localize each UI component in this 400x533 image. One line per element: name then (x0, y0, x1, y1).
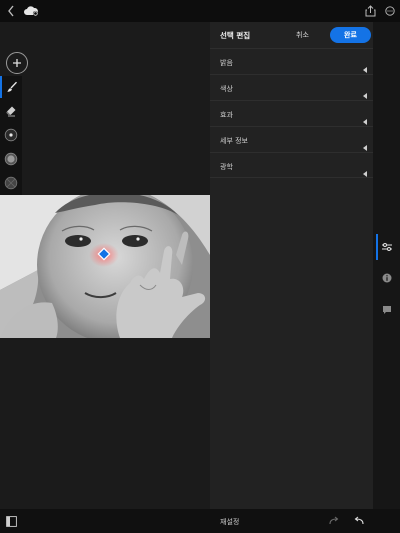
brush-icon (7, 81, 18, 92)
comment-icon[interactable] (373, 299, 400, 321)
section-effects[interactable]: 효과 (210, 100, 373, 126)
caret-left-icon (363, 162, 367, 181)
more-icon[interactable] (382, 2, 398, 20)
color-range-icon (4, 176, 18, 190)
cloud-sync-icon[interactable] (22, 3, 40, 19)
section-label: 세부 정보 (220, 137, 248, 145)
back-chevron-icon[interactable] (3, 2, 19, 20)
plus-icon (13, 59, 21, 67)
eraser-tool[interactable] (0, 100, 22, 122)
adjust-sliders-icon[interactable] (373, 236, 400, 258)
linear-gradient-icon (4, 152, 18, 166)
section-label: 색상 (220, 85, 233, 93)
mask-tool-strip (0, 76, 22, 196)
section-label: 광학 (220, 163, 233, 171)
section-label: 효과 (220, 111, 233, 119)
right-icon-bar (373, 22, 400, 509)
redo-icon[interactable] (326, 513, 342, 529)
radial-gradient-icon (4, 128, 18, 142)
panel-header: 선택 편집 취소 완료 (210, 22, 373, 48)
section-color[interactable]: 색상 (210, 74, 373, 100)
linear-gradient-tool[interactable] (0, 148, 22, 170)
info-icon[interactable] (373, 267, 400, 289)
add-mask-button[interactable] (6, 52, 28, 74)
done-button[interactable]: 완료 (330, 27, 371, 43)
section-light[interactable]: 밝음 (210, 48, 373, 74)
top-bar (0, 0, 400, 22)
eraser-icon (6, 106, 16, 117)
cancel-button[interactable]: 취소 (296, 30, 309, 40)
selective-edit-panel: 선택 편집 취소 완료 밝음 색상 효과 세부 정보 광학 (210, 22, 373, 509)
bottom-bar: 재설정 (0, 509, 400, 533)
reset-button[interactable]: 재설정 (220, 517, 239, 527)
section-optics[interactable]: 광학 (210, 152, 373, 178)
panel-title: 선택 편집 (220, 31, 251, 40)
share-icon[interactable] (362, 2, 378, 20)
radial-gradient-tool[interactable] (0, 124, 22, 146)
section-detail[interactable]: 세부 정보 (210, 126, 373, 152)
compare-icon[interactable] (3, 513, 19, 529)
color-range-tool[interactable] (0, 172, 22, 194)
photo-canvas[interactable] (0, 195, 210, 338)
brush-tool[interactable] (0, 76, 22, 98)
section-label: 밝음 (220, 59, 233, 67)
undo-icon[interactable] (351, 513, 367, 529)
